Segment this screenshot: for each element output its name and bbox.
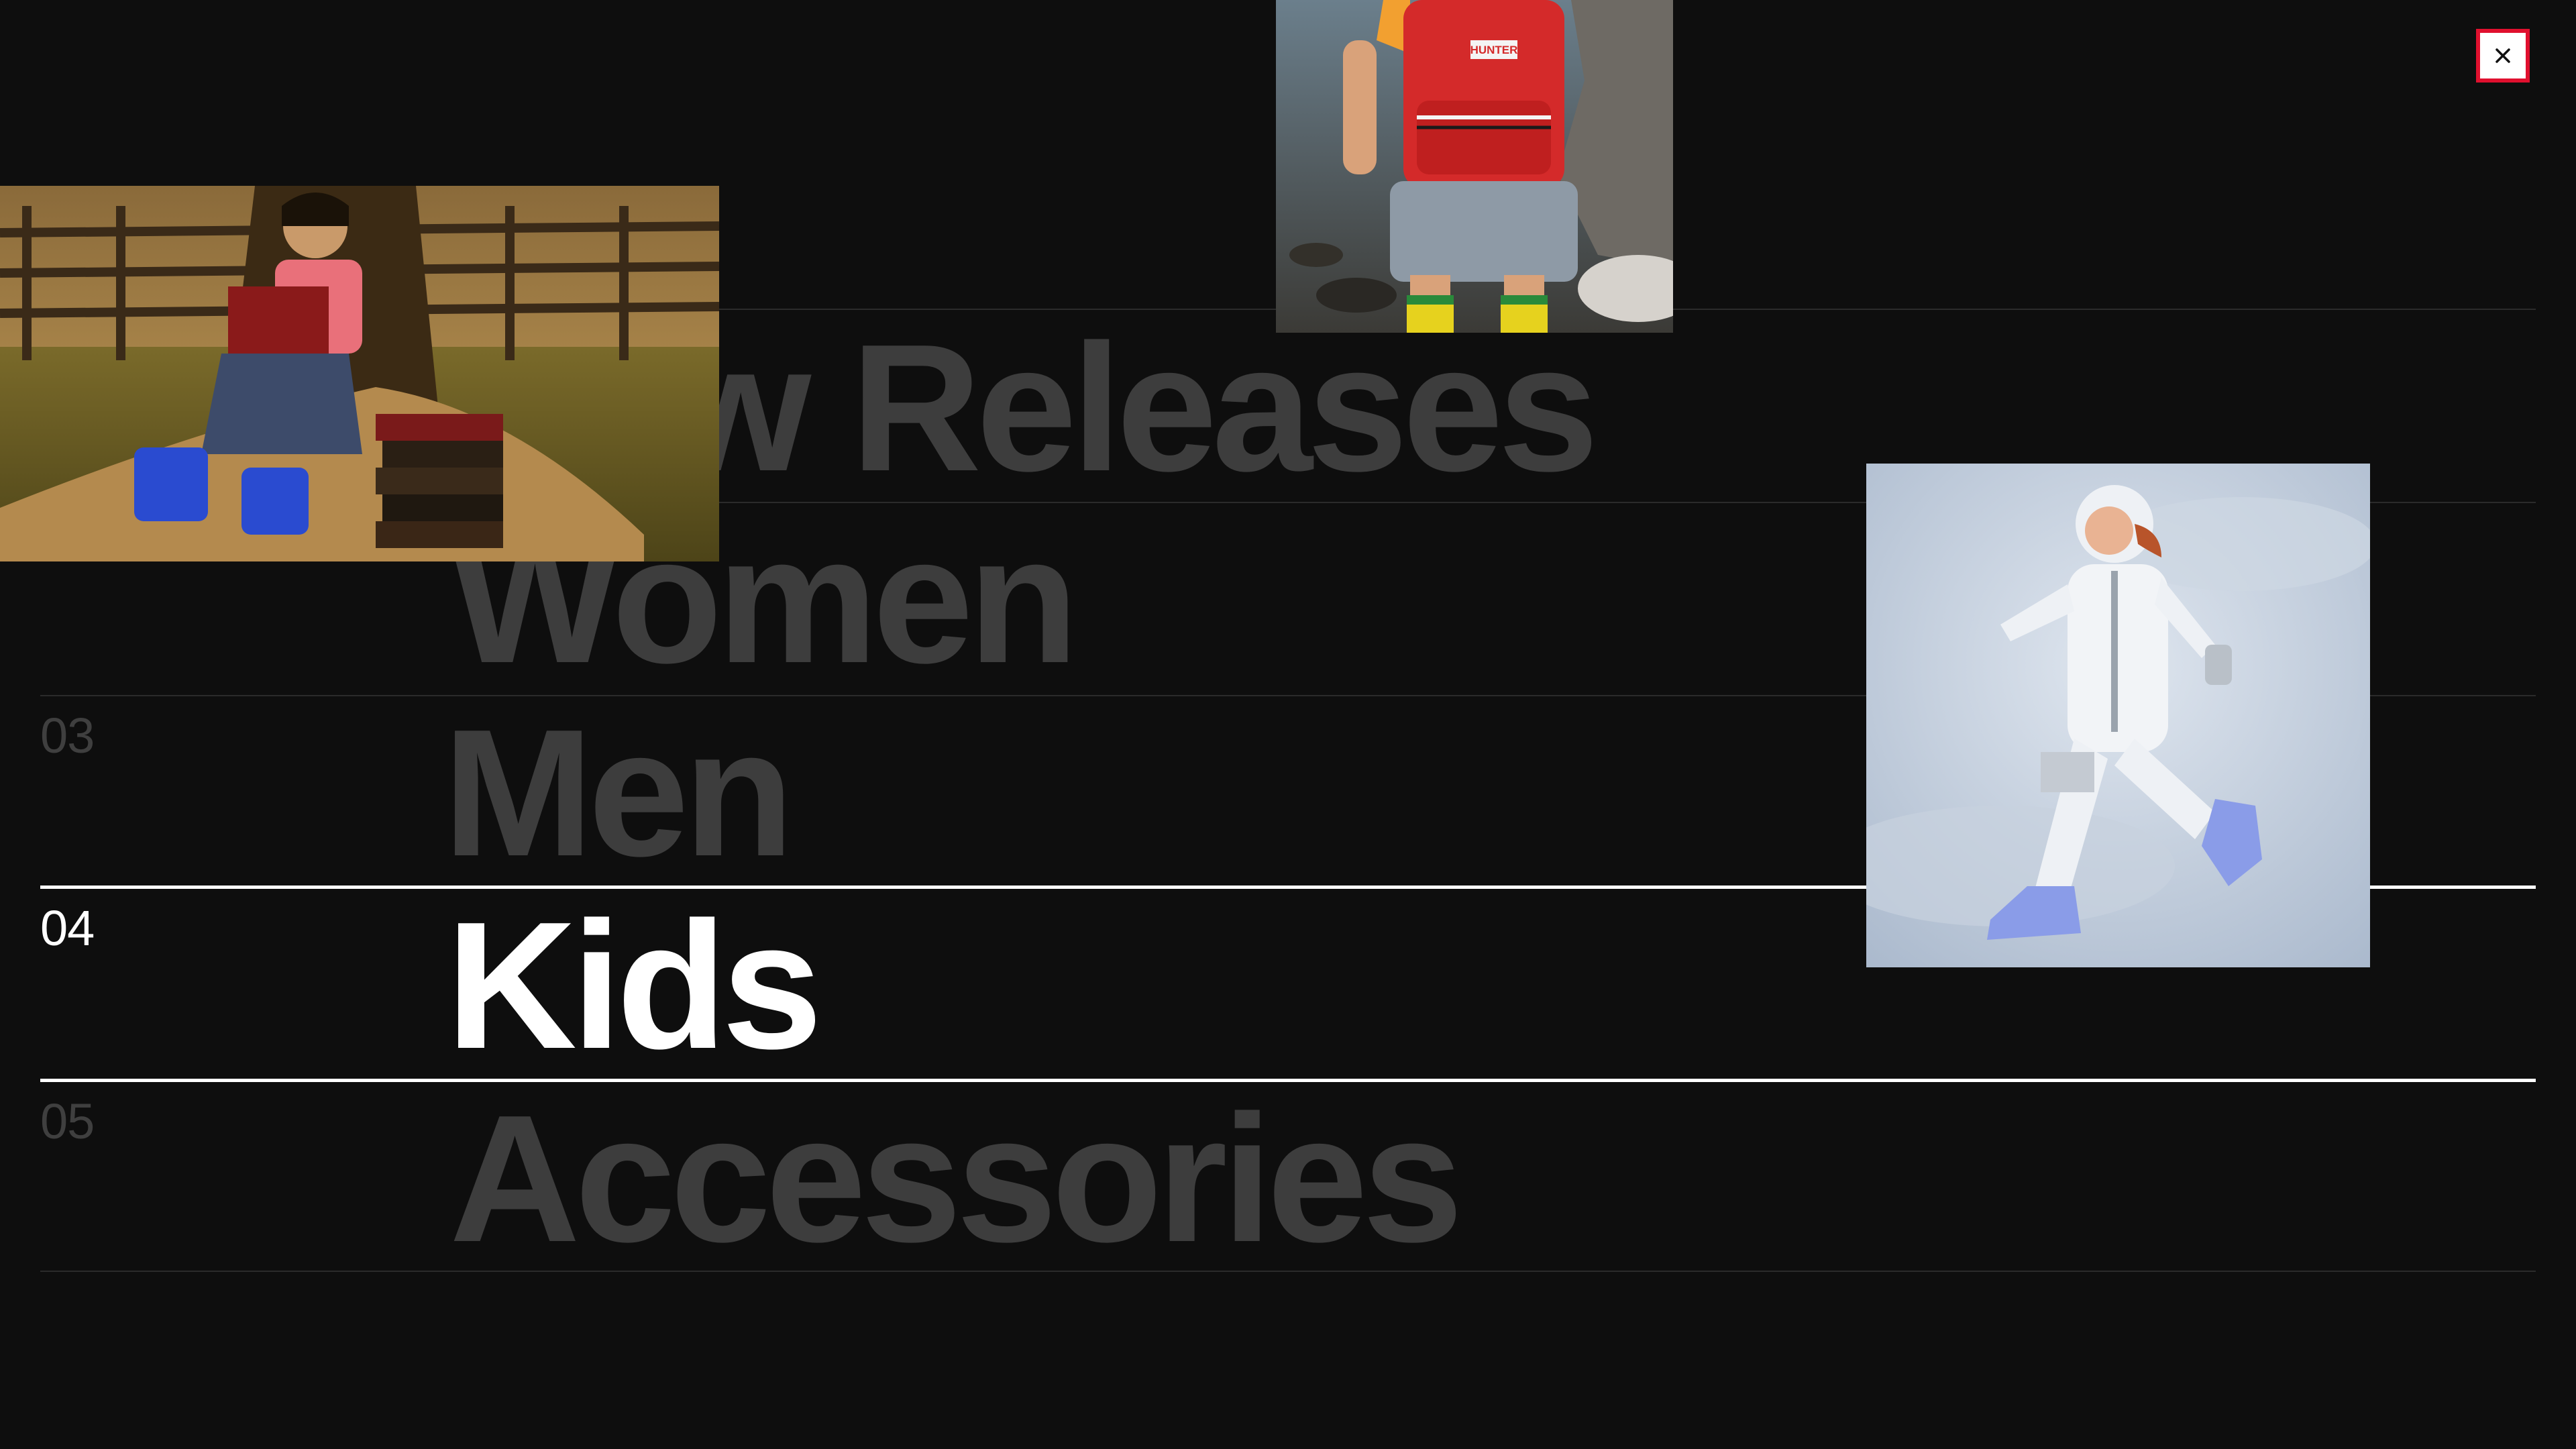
menu-item-number: 05 (40, 1093, 95, 1149)
photo-child-astronaut-icon (1866, 464, 2370, 967)
photo-child-backpack: HUNTER (1276, 0, 1673, 333)
menu-item-accessories[interactable]: 05 Accessories (40, 1079, 2536, 1272)
menu-item-label: Accessories (449, 1078, 1463, 1280)
backpack-brand-badge: HUNTER (1470, 44, 1518, 56)
photo-child-backpack-icon: HUNTER (1276, 0, 1673, 333)
menu-item-number: 04 (40, 900, 95, 956)
photo-child-astronaut (1866, 464, 2370, 967)
photo-child-reading-icon (0, 186, 719, 561)
close-icon (2496, 48, 2510, 63)
photo-child-reading (0, 186, 719, 561)
menu-item-number: 03 (40, 708, 95, 763)
menu-item-label: Kids (446, 885, 822, 1087)
navigation-overlay: 01 New Releases 02 Women 03 Men 04 Kids … (0, 0, 2576, 1449)
menu-item-label: Men (443, 692, 794, 894)
close-button[interactable] (2476, 29, 2530, 83)
